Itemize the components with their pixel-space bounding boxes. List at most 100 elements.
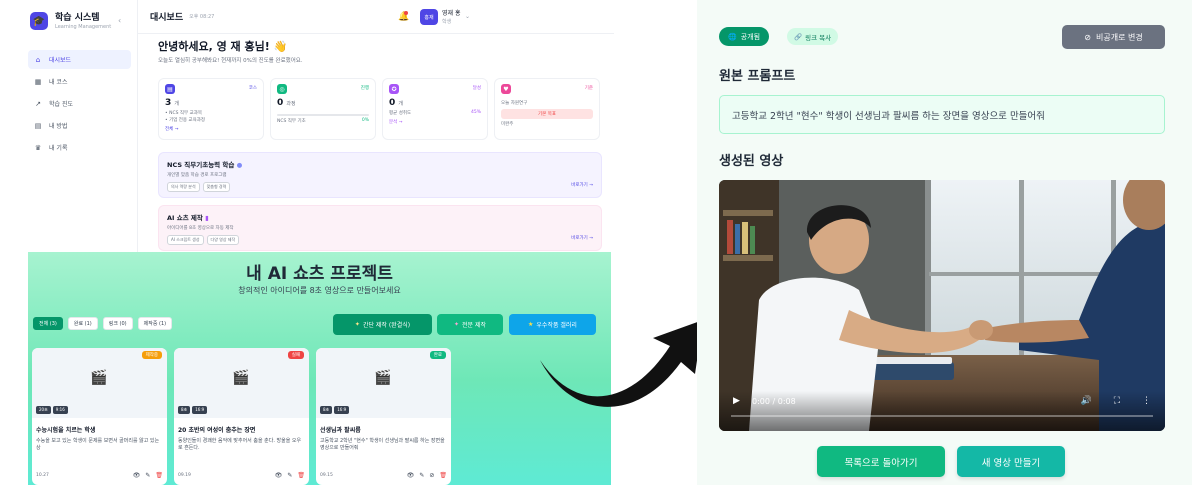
stat-card-progress: ◎ 진행 0 과정 NCS 직무 기초 0% (270, 78, 376, 140)
transition-arrow-icon (540, 320, 703, 407)
panel-chip: 의사 역량 분석 (167, 182, 200, 192)
edit-icon[interactable]: ✎ (145, 472, 150, 479)
eye-icon[interactable]: 👁 (133, 472, 141, 479)
more-options-icon[interactable]: ⋮ (1142, 396, 1151, 406)
card-description: 수능을 보고 있는 학생이 문제를 보면서 골머리를 앓고 있는 상 (36, 438, 160, 451)
project-card[interactable]: 🎬 완료 8초 16:9 선생님과 팔씨름 고등학교 2학년 "현수" 학생이 선… (316, 348, 451, 485)
star-icon: ★ (528, 321, 534, 328)
sidebar-item-progress[interactable]: ↗ 학습 진도 (28, 94, 131, 113)
panel-chip: 다양 영상 제작 (206, 235, 240, 245)
project-card[interactable]: 🎬 실패 8초 16:9 20 초반의 여성이 춤추는 장면 동양인들이 경쾌한 … (174, 348, 309, 485)
sidebar-item-label: 대시보드 (49, 57, 72, 64)
card-description: 고등학교 2학년 "현수" 학생이 선생님과 팔씨름 하는 장면을 영상으로 만… (320, 438, 445, 451)
home-icon: ⌂ (35, 55, 41, 64)
chart-icon: ↗ (35, 99, 41, 108)
target-icon: ◎ (277, 84, 287, 94)
card-date: 09.19 (178, 473, 191, 478)
filter-done[interactable]: 완료 (1) (67, 317, 98, 330)
play-icon[interactable]: ▶ (733, 396, 740, 406)
panel-subtitle: 아이디어를 8초 영상으로 자동 제작 (167, 226, 234, 231)
project-card[interactable]: 🎬 제작중 20초 9:16 수능시험을 치르는 학생 수능을 보고 있는 학생이… (32, 348, 167, 485)
sidebar-item-records[interactable]: ♛ 내 기록 (28, 138, 131, 157)
eye-icon[interactable]: 👁 (407, 472, 415, 479)
panel-link[interactable]: 바로가기 → (571, 235, 593, 241)
trash-icon[interactable]: 🗑 (439, 472, 447, 479)
volume-icon[interactable]: 🔊 (1080, 396, 1091, 406)
duration-tag: 8초 (178, 406, 191, 414)
edit-icon[interactable]: ✎ (287, 472, 292, 479)
sidebar-item-label: 내 기록 (49, 145, 68, 152)
filter-all[interactable]: 전체 (3) (33, 317, 63, 330)
goal-button[interactable]: 기본 목표 (501, 109, 593, 119)
trash-icon[interactable]: 🗑 (297, 472, 305, 479)
greeting: 안녕하세요, 영 재 홍님! 👋 (158, 40, 288, 53)
sidebar-item-label: 학습 진도 (49, 101, 73, 108)
eye-off-icon: ⊘ (1084, 32, 1091, 42)
panel-link[interactable]: 바로가기 → (571, 182, 593, 188)
stat-line: NCS 직무 기초 0% (277, 118, 369, 124)
stat-line: • 기업 전용 교육과정 (165, 118, 206, 123)
collapse-sidebar-icon[interactable]: ‹ (118, 16, 121, 25)
button-label: 링크 복사 (805, 33, 832, 42)
stat-link[interactable]: 전체 → (165, 126, 257, 132)
graduation-cap-icon: 🎓 (30, 12, 48, 30)
stat-link[interactable]: 분석 → (389, 119, 481, 125)
stat-line: 평균 성취도 45% (389, 110, 481, 116)
card-title: 수능시험을 치르는 학생 (36, 427, 96, 434)
new-video-button[interactable]: 새 영상 만들기 (957, 446, 1065, 477)
link-icon: 🔗 (794, 32, 803, 41)
card-title: 선생님과 팔씨름 (320, 427, 361, 434)
shorts-title: 내 AI 쇼츠 프로젝트 (246, 264, 393, 284)
filter-in-progress[interactable]: 제작중 (1) (137, 317, 173, 330)
brand-subtitle: Learning Management (55, 23, 112, 30)
make-private-button[interactable]: ⊘ 비공개로 변경 (1062, 25, 1165, 49)
video-progress-bar[interactable] (731, 415, 1153, 417)
sidebar-item-method[interactable]: ▤ 내 방법 (28, 116, 131, 135)
eye-off-icon[interactable]: ⊘ (429, 472, 434, 479)
sidebar-item-label: 내 방법 (49, 123, 68, 130)
visibility-badge[interactable]: 🌐 공개됨 (719, 27, 770, 46)
video-heading: 생성된 영상 (719, 154, 784, 169)
button-label: 비공개로 변경 (1096, 32, 1143, 42)
film-icon: 🎬 (374, 370, 392, 386)
fullscreen-icon[interactable]: ⛶ (1114, 396, 1120, 406)
panel-subtitle: 개인별 맞춤 학습 경로 프로그램 (167, 173, 227, 178)
panel-ai-shorts: AI 쇼츠 제작 ▮ 아이디어를 8초 영상으로 자동 제작 AI 스크립트 생… (158, 205, 602, 251)
chevron-down-icon[interactable]: ⌄ (465, 13, 470, 20)
video-time: 0:00 / 0:08 (752, 397, 796, 406)
panel-chip: 맞춤형 경력 (202, 182, 231, 192)
pro-create-button[interactable]: ✦ 전문 제작 (437, 314, 503, 335)
prompt-heading: 원본 프롬프트 (719, 69, 796, 84)
panel-title: AI 쇼츠 제작 ▮ (167, 214, 209, 222)
ratio-tag: 9:16 (52, 406, 68, 414)
filter-link[interactable]: 링크 (0) (102, 317, 133, 330)
page-title: 대시보드 (150, 13, 184, 23)
stat-line: 오늘 자원연구 (501, 101, 528, 106)
stat-tag: 코스 (248, 86, 257, 91)
card-thumbnail: 🎬 제작중 20초 9:16 (32, 348, 167, 418)
status-badge: 실패 (287, 351, 304, 359)
stat-card-goal: ♥ 기준 오늘 자원연구 기본 목표 미완주 (494, 78, 600, 140)
eye-icon[interactable]: 👁 (275, 472, 283, 479)
user-role: 학생 (442, 19, 452, 25)
sidebar: 🎓 학습 시스템 Learning Management ‹ ⌂ 대시보드 ▦ … (0, 0, 138, 252)
sidebar-item-dashboard[interactable]: ⌂ 대시보드 (28, 50, 131, 69)
card-description: 동양인들이 경쾌한 음악에 맞추어서 춤을 춘다. 방울을 오우로 흔든다. (178, 438, 302, 451)
video-player[interactable]: ▶ 0:00 / 0:08 🔊 ⛶ ⋮ (719, 180, 1165, 431)
current-time: 오후 08:27 (189, 14, 215, 20)
stat-card-courses: ▤ 코스 3 개 • NCS 직무 교과목 • 기업 전용 교육과정 전체 → (158, 78, 264, 140)
notification-dot (404, 11, 408, 15)
prompt-text: 고등학교 2학년 "현수" 학생이 선생님과 팔씨름 하는 장면을 영상으로 만… (719, 95, 1165, 134)
sidebar-item-courses[interactable]: ▦ 내 코스 (28, 72, 131, 91)
copy-link-button[interactable]: 🔗 링크 복사 (787, 28, 839, 45)
trash-icon[interactable]: 🗑 (155, 472, 163, 479)
user-name[interactable]: 영재 홍 (442, 10, 460, 17)
avatar[interactable]: 홍재 (420, 9, 438, 25)
shorts-screenshot: 내 AI 쇼츠 프로젝트 창의적인 아이디어를 8초 영상으로 만들어보세요 전… (28, 252, 611, 485)
quick-create-button[interactable]: ✦ 간단 제작 (완결식) (333, 314, 432, 335)
back-to-list-button[interactable]: 목록으로 돌아가기 (817, 446, 945, 477)
filter-tabs: 전체 (3) 완료 (1) 링크 (0) 제작중 (1) (33, 317, 173, 330)
brand: 🎓 학습 시스템 Learning Management (0, 0, 137, 30)
edit-icon[interactable]: ✎ (419, 472, 424, 479)
progress-bar (277, 114, 369, 116)
